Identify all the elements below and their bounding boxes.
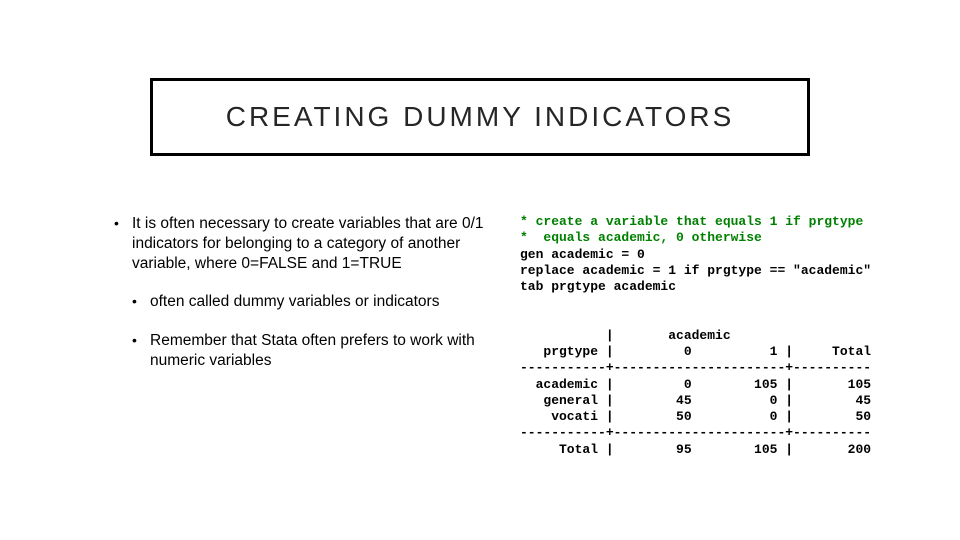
- bullet-sub-2: Remember that Stata often prefers to wor…: [128, 331, 490, 371]
- bullet-sublist: often called dummy variables or indicato…: [128, 292, 490, 370]
- table-sep-1: -----------+----------------------+-----…: [520, 360, 871, 375]
- code-line-gen: gen academic = 0: [520, 247, 645, 262]
- code-line-tab: tab prgtype academic: [520, 279, 676, 294]
- slide: CREATING DUMMY INDICATORS It is often ne…: [0, 0, 960, 540]
- code-comment-2: * equals academic, 0 otherwise: [520, 230, 762, 245]
- code-line-replace: replace academic = 1 if prgtype == "acad…: [520, 263, 871, 278]
- bullet-sub-1: often called dummy variables or indicato…: [128, 292, 490, 312]
- table-row-academic: academic | 0 105 | 105: [520, 377, 871, 392]
- table-row-general: general | 45 0 | 45: [520, 393, 871, 408]
- table-header-2: prgtype | 0 1 | Total: [520, 344, 871, 359]
- left-column: It is often necessary to create variable…: [110, 214, 490, 458]
- code-block: * create a variable that equals 1 if prg…: [520, 214, 920, 458]
- table-sep-2: -----------+----------------------+-----…: [520, 425, 871, 440]
- table-header-1: | academic: [520, 328, 731, 343]
- table-row-vocati: vocati | 50 0 | 50: [520, 409, 871, 424]
- title-box: CREATING DUMMY INDICATORS: [150, 78, 810, 156]
- slide-title: CREATING DUMMY INDICATORS: [163, 101, 797, 133]
- table-row-total: Total | 95 105 | 200: [520, 442, 871, 457]
- code-comment-1: * create a variable that equals 1 if prg…: [520, 214, 863, 229]
- bullet-main: It is often necessary to create variable…: [110, 214, 490, 274]
- bullet-list: It is often necessary to create variable…: [110, 214, 490, 274]
- content-area: It is often necessary to create variable…: [110, 214, 920, 458]
